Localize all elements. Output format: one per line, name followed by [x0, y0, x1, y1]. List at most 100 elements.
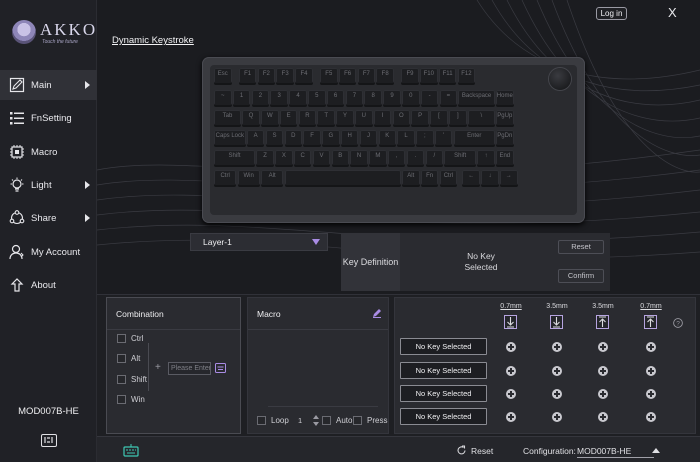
auto-option[interactable]: Auto — [322, 416, 352, 425]
ctrl-option[interactable]: Ctrl — [117, 334, 143, 343]
key-l[interactable]: L — [397, 130, 415, 147]
add-key-icon[interactable] — [646, 389, 656, 399]
add-key-icon[interactable] — [552, 389, 562, 399]
sidebar-item-share[interactable]: Share — [0, 203, 97, 233]
help-icon[interactable]: ? — [673, 318, 683, 328]
key-t[interactable]: T — [317, 110, 335, 127]
reset-key-button[interactable]: Reset — [558, 240, 604, 254]
key-y[interactable]: Y — [336, 110, 354, 127]
add-key-icon[interactable] — [552, 342, 562, 352]
key--[interactable]: ~ — [214, 90, 232, 107]
key-shift[interactable]: Shift — [444, 150, 476, 167]
key-f8[interactable]: F8 — [376, 68, 394, 85]
key-n[interactable]: N — [350, 150, 368, 167]
key-enter[interactable]: Enter — [453, 130, 495, 147]
key--[interactable]: ↓ — [481, 170, 499, 187]
add-key-icon[interactable] — [552, 412, 562, 422]
key-f12[interactable]: F12 — [457, 68, 476, 85]
key-f11[interactable]: F11 — [438, 68, 457, 85]
key-shift[interactable]: Shift — [214, 150, 256, 167]
add-key-icon[interactable] — [646, 412, 656, 422]
volume-knob[interactable] — [549, 68, 571, 90]
stepper-arrows-icon[interactable] — [312, 414, 320, 427]
ctrl-checkbox[interactable] — [117, 334, 126, 343]
key--[interactable]: - — [420, 90, 439, 107]
key-f3[interactable]: F3 — [276, 68, 294, 85]
key-i[interactable]: I — [373, 110, 392, 127]
key-w[interactable]: W — [261, 110, 279, 127]
key-q[interactable]: Q — [242, 110, 260, 127]
auto-checkbox[interactable] — [322, 416, 331, 425]
alt-checkbox[interactable] — [117, 354, 126, 363]
key-home[interactable]: Home — [496, 90, 514, 107]
press-option[interactable]: Press — [353, 416, 387, 425]
win-option[interactable]: Win — [117, 395, 145, 404]
key-f9[interactable]: F9 — [401, 68, 419, 85]
key-z[interactable]: Z — [256, 150, 274, 167]
key--[interactable]: ← — [462, 170, 480, 187]
key-slot-1[interactable]: No Key Selected — [400, 338, 487, 355]
key--[interactable]: ' — [434, 130, 453, 147]
key-2[interactable]: 2 — [251, 90, 270, 107]
confirm-button[interactable]: Confirm — [558, 269, 604, 283]
sidebar-item-about[interactable]: About — [0, 270, 97, 300]
key-r[interactable]: R — [298, 110, 317, 127]
key-o[interactable]: O — [392, 110, 411, 127]
add-key-icon[interactable] — [598, 366, 608, 376]
device-switch-icon[interactable] — [41, 434, 57, 447]
key--[interactable]: → — [500, 170, 518, 187]
key-a[interactable]: A — [246, 130, 265, 147]
key-h[interactable]: H — [340, 130, 359, 147]
key-9[interactable]: 9 — [383, 90, 401, 107]
key-c[interactable]: C — [293, 150, 312, 167]
key-f10[interactable]: F10 — [420, 68, 438, 85]
key--[interactable]: . — [406, 150, 425, 167]
key-f4[interactable]: F4 — [295, 68, 313, 85]
press-checkbox[interactable] — [353, 416, 362, 425]
key-end[interactable]: End — [496, 150, 514, 167]
key-b[interactable]: B — [331, 150, 350, 167]
key-alt[interactable]: Alt — [402, 170, 420, 187]
key-fn[interactable]: Fn — [420, 170, 439, 187]
sidebar-item-my-account[interactable]: My Account — [0, 237, 97, 267]
add-key-icon[interactable] — [598, 412, 608, 422]
key-pgdn[interactable]: PgDn — [496, 130, 514, 147]
loop-checkbox[interactable] — [257, 416, 266, 425]
add-key-icon[interactable] — [646, 342, 656, 352]
key--[interactable]: = — [439, 90, 458, 107]
key--[interactable]: , — [387, 150, 406, 167]
key-slot-3[interactable]: No Key Selected — [400, 385, 487, 402]
alt-option[interactable]: Alt — [117, 354, 140, 363]
key-f6[interactable]: F6 — [338, 68, 357, 85]
key-win[interactable]: Win — [237, 170, 260, 187]
shift-option[interactable]: Shift — [117, 375, 147, 384]
key-0[interactable]: 0 — [402, 90, 420, 107]
key--[interactable]: [ — [430, 110, 448, 127]
sidebar-item-light[interactable]: Light — [0, 170, 97, 200]
key-8[interactable]: 8 — [364, 90, 382, 107]
key-x[interactable]: X — [275, 150, 293, 167]
key-slot-2[interactable]: No Key Selected — [400, 362, 487, 379]
key-6[interactable]: 6 — [326, 90, 345, 107]
win-checkbox[interactable] — [117, 395, 126, 404]
add-key-icon[interactable] — [506, 366, 516, 376]
key--[interactable]: ; — [416, 130, 434, 147]
close-icon[interactable]: X — [668, 5, 677, 20]
key-k[interactable]: K — [378, 130, 397, 147]
key--[interactable]: ↑ — [477, 150, 495, 167]
add-key-icon[interactable] — [506, 342, 516, 352]
key-slot-4[interactable]: No Key Selected — [400, 408, 487, 425]
loop-option[interactable]: Loop — [257, 416, 289, 425]
caret-up-icon[interactable] — [652, 448, 660, 453]
page-title[interactable]: Dynamic Keystroke — [112, 35, 194, 46]
layer-select[interactable]: Layer-1 — [190, 233, 328, 251]
key-5[interactable]: 5 — [308, 90, 326, 107]
configuration-select[interactable]: MOD007B-HE — [577, 446, 654, 458]
sidebar-item-fnsetting[interactable]: FnSetting — [0, 103, 97, 133]
key-f2[interactable]: F2 — [257, 68, 276, 85]
edit-icon[interactable] — [372, 308, 382, 318]
sidebar-item-macro[interactable]: Macro — [0, 137, 97, 167]
key-1[interactable]: 1 — [232, 90, 251, 107]
key-pgup[interactable]: PgUp — [496, 110, 514, 127]
key-7[interactable]: 7 — [345, 90, 364, 107]
